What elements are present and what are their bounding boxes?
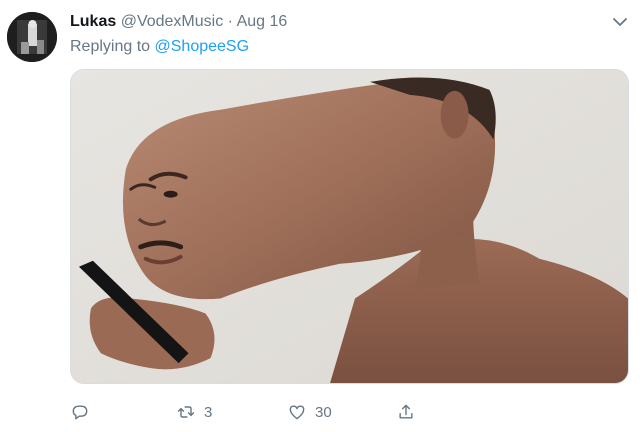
replying-to-line: Replying to @ShopeeSG — [70, 37, 249, 57]
separator-dot: · — [227, 13, 233, 30]
like-count: 30 — [315, 403, 332, 421]
tweet-media-image[interactable] — [70, 69, 629, 384]
tweet-date[interactable]: Aug 16 — [237, 13, 288, 30]
user-handle[interactable]: @VodexMusic — [121, 13, 224, 30]
display-name[interactable]: Lukas — [70, 13, 116, 30]
share-button[interactable] — [396, 398, 424, 426]
share-icon — [399, 404, 413, 419]
avatar-image — [7, 12, 57, 62]
replying-to-label: Replying to — [70, 38, 151, 55]
tweet-header: Lukas @VodexMusic · Aug 16 — [70, 12, 604, 32]
retweet-icon — [177, 406, 195, 418]
retweet-count: 3 — [204, 403, 213, 421]
replying-to-link[interactable]: @ShopeeSG — [155, 38, 250, 55]
retweet-button[interactable]: 3 — [176, 398, 212, 426]
meme-photo — [71, 70, 628, 383]
like-button[interactable]: 30 — [287, 398, 332, 426]
avatar[interactable] — [7, 12, 57, 62]
reply-button[interactable] — [70, 398, 98, 426]
tweet-menu-button[interactable] — [610, 12, 630, 32]
heart-icon — [289, 405, 305, 420]
chevron-down-icon — [613, 18, 627, 26]
tweet-actions: 3 30 — [70, 398, 570, 426]
reply-icon — [72, 405, 88, 420]
